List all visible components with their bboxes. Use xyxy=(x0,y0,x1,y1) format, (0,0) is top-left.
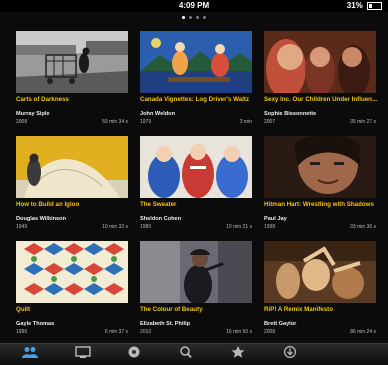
film-title[interactable]: Hitman Hart: Wrestling with Shadows xyxy=(264,201,382,208)
film-duration: 10 min 21 s xyxy=(226,224,252,230)
film-duration: 86 min 24 s xyxy=(350,329,376,335)
film-card[interactable]: How to Build an Igloo Douglas Wilkinson … xyxy=(16,136,128,236)
channels-icon xyxy=(128,346,140,358)
film-year: 1996 xyxy=(16,329,28,335)
film-title[interactable]: The Colour of Beauty xyxy=(140,306,258,313)
film-director: Sophie Bissonnette xyxy=(264,111,317,117)
page-indicator[interactable] xyxy=(0,14,388,22)
tab-downloads[interactable] xyxy=(270,346,310,364)
film-card[interactable]: Canada Vignettes: Log Driver's Waltz Joh… xyxy=(140,31,252,131)
film-title[interactable]: The Sweater xyxy=(140,201,258,208)
film-card[interactable]: The Sweater Sheldon Cohen 1980 10 min 21… xyxy=(140,136,252,236)
star-icon xyxy=(231,346,245,358)
film-year: 1998 xyxy=(264,224,276,230)
film-title[interactable]: RiP! A Remix Manifesto xyxy=(264,306,382,313)
film-thumbnail[interactable] xyxy=(264,136,376,198)
film-card[interactable]: Hitman Hart: Wrestling with Shadows Paul… xyxy=(264,136,376,236)
film-year: 2008 xyxy=(16,119,28,125)
film-thumbnail[interactable] xyxy=(16,241,128,303)
film-title[interactable]: Sexy Inc. Our Children Under Influen... xyxy=(264,96,382,103)
search-icon xyxy=(180,346,192,358)
film-title[interactable]: Quilt xyxy=(16,306,134,313)
tab-channels[interactable] xyxy=(114,346,154,364)
tab-featured[interactable] xyxy=(10,346,50,364)
page-dot[interactable] xyxy=(182,16,185,19)
status-time: 4:09 PM xyxy=(178,1,210,10)
film-duration: 93 min 36 s xyxy=(350,224,376,230)
download-icon xyxy=(284,346,296,358)
film-year: 2007 xyxy=(264,119,276,125)
people-icon xyxy=(22,347,38,358)
film-title[interactable]: Canada Vignettes: Log Driver's Waltz xyxy=(140,96,258,103)
film-year: 2008 xyxy=(264,329,276,335)
film-director: Brett Gaylor xyxy=(264,321,297,327)
film-thumbnail[interactable] xyxy=(16,31,128,93)
film-title[interactable]: Carts of Darkness xyxy=(16,96,134,103)
film-thumbnail[interactable] xyxy=(140,241,252,303)
film-title[interactable]: How to Build an Igloo xyxy=(16,201,134,208)
film-director: Murray Siple xyxy=(16,111,50,117)
film-duration: 59 min 34 s xyxy=(102,119,128,125)
film-card[interactable]: The Colour of Beauty Elizabeth St. Phili… xyxy=(140,241,252,341)
battery-indicator: 31% xyxy=(347,0,382,12)
page-dot[interactable] xyxy=(189,16,192,19)
film-year: 2010 xyxy=(140,329,152,335)
tab-favorites[interactable] xyxy=(218,346,258,364)
film-year: 1949 xyxy=(16,224,28,230)
status-bar: 4:09 PM 31% xyxy=(0,0,388,12)
film-grid: Carts of Darkness Murray Siple 2008 59 m… xyxy=(16,31,377,341)
film-director: Elizabeth St. Philip xyxy=(140,321,191,327)
tab-films[interactable] xyxy=(63,346,103,364)
film-thumbnail[interactable] xyxy=(264,241,376,303)
film-thumbnail[interactable] xyxy=(264,31,376,93)
page-dot[interactable] xyxy=(203,16,206,19)
battery-percent: 31% xyxy=(346,1,363,10)
battery-icon xyxy=(367,1,382,10)
film-year: 1979 xyxy=(140,119,152,125)
film-year: 1980 xyxy=(140,224,152,230)
film-director: Gayle Thomas xyxy=(16,321,55,327)
film-card[interactable]: RiP! A Remix Manifesto Brett Gaylor 2008… xyxy=(264,241,376,341)
film-thumbnail[interactable] xyxy=(140,31,252,93)
film-duration: 16 min 50 s xyxy=(226,329,252,335)
film-duration: 10 min 32 s xyxy=(102,224,128,230)
film-card[interactable]: Quilt Gayle Thomas 1996 6 min 37 s xyxy=(16,241,128,341)
film-director: Douglas Wilkinson xyxy=(16,216,66,222)
tv-icon xyxy=(75,346,91,358)
film-card[interactable]: Carts of Darkness Murray Siple 2008 59 m… xyxy=(16,31,128,131)
page-dot[interactable] xyxy=(196,16,199,19)
film-director: Sheldon Cohen xyxy=(140,216,182,222)
film-thumbnail[interactable] xyxy=(140,136,252,198)
film-director: John Weldon xyxy=(140,111,176,117)
film-card[interactable]: Sexy Inc. Our Children Under Influen... … xyxy=(264,31,377,131)
film-duration: 35 min 27 s xyxy=(350,119,376,125)
tab-bar xyxy=(0,343,388,365)
film-duration: 6 min 37 s xyxy=(104,329,128,335)
film-director: Paul Jay xyxy=(264,216,287,222)
tab-search[interactable] xyxy=(166,346,206,364)
film-thumbnail[interactable] xyxy=(16,136,128,198)
film-duration: 3 min xyxy=(239,119,252,125)
